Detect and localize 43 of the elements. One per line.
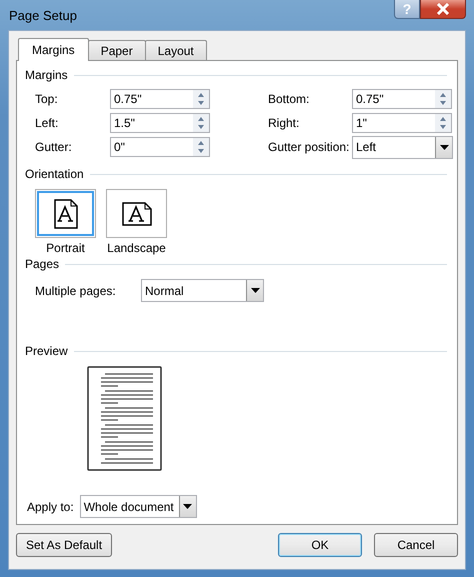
orientation-label: Landscape xyxy=(107,241,166,255)
section-title: Pages xyxy=(25,257,60,271)
spin-field[interactable]: 1" xyxy=(352,113,452,133)
dialog-button[interactable]: Set As Default xyxy=(16,533,112,557)
dialog-button[interactable]: Cancel xyxy=(374,533,458,557)
caret-icon xyxy=(183,504,192,509)
field-label: Gutter: xyxy=(35,140,73,154)
dropdown[interactable]: Left xyxy=(352,136,453,158)
field-label: Apply to: xyxy=(27,500,74,514)
close-button[interactable] xyxy=(420,0,466,19)
tab[interactable]: Margins xyxy=(18,38,89,61)
field-label: Bottom: xyxy=(268,92,310,106)
caret-icon xyxy=(440,144,448,150)
spinner-arrows-icon xyxy=(435,90,451,108)
orientation-label: Portrait xyxy=(46,241,85,255)
spinner-arrows-icon xyxy=(193,90,209,108)
orientation-button[interactable] xyxy=(35,189,96,238)
window-title: Page Setup xyxy=(8,8,77,22)
portrait-page-icon xyxy=(54,198,78,228)
dialog-button[interactable]: OK xyxy=(278,533,362,557)
field-label: Gutter position: xyxy=(268,140,350,154)
close-icon xyxy=(436,3,450,15)
landscape-page-icon xyxy=(122,202,152,226)
spinner-arrows-icon xyxy=(193,114,209,132)
spin-field[interactable]: 1.5" xyxy=(110,113,210,133)
spinner-arrows-icon xyxy=(435,114,451,132)
spin-field[interactable]: 0.75" xyxy=(110,89,210,109)
section-title: Margins xyxy=(25,68,68,82)
field-label: Left: xyxy=(35,116,60,130)
spin-field[interactable]: 0.75" xyxy=(352,89,452,109)
field-label: Right: xyxy=(268,116,300,130)
section-title: Orientation xyxy=(25,167,84,181)
caret-icon xyxy=(250,288,260,293)
field-label: Top: xyxy=(35,92,59,106)
dropdown[interactable]: Whole document xyxy=(80,495,197,518)
field-label: Multiple pages: xyxy=(35,284,117,298)
tab[interactable]: Paper xyxy=(88,40,146,60)
section-title: Preview xyxy=(25,344,68,358)
dropdown[interactable]: Normal xyxy=(141,279,264,302)
tab[interactable]: Layout xyxy=(144,40,207,60)
orientation-button[interactable] xyxy=(106,189,167,238)
spin-field[interactable]: 0" xyxy=(110,137,210,157)
spinner-arrows-icon xyxy=(193,138,209,156)
